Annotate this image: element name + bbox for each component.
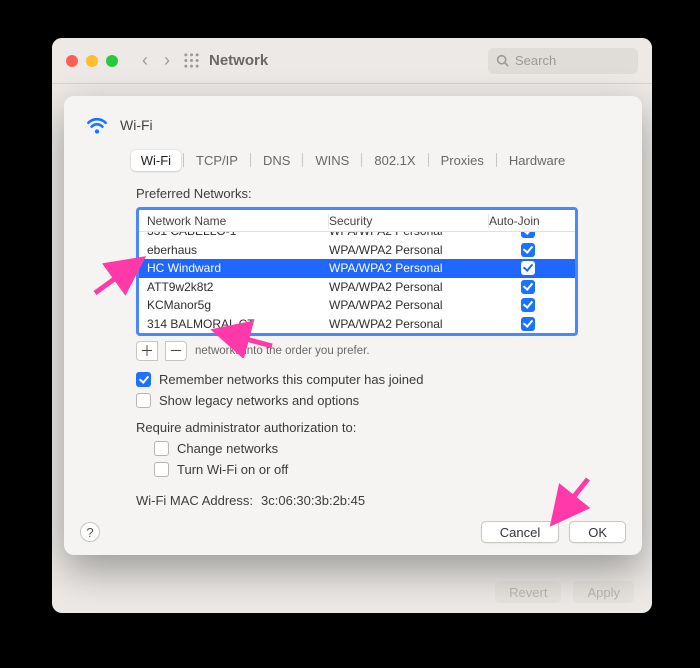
mac-value: 3c:06:30:3b:2b:45: [261, 493, 365, 508]
cell-security: WPA/WPA2 Personal: [329, 298, 489, 312]
tab-bar: Wi-Fi TCP/IP DNS WINS 802.1X Proxies Har…: [80, 148, 626, 172]
table-row[interactable]: ATT9w2k8t2WPA/WPA2 Personal: [139, 278, 575, 297]
cell-network-name: KCManor5g: [147, 298, 329, 312]
help-button[interactable]: ?: [80, 522, 100, 542]
cell-security: WPA/WPA2 Personal: [329, 261, 489, 275]
col-autojoin[interactable]: Auto-Join: [489, 214, 567, 228]
search-icon: [496, 54, 509, 67]
table-row[interactable]: 314 BALMORAL CTWPA/WPA2 Personal: [139, 315, 575, 334]
legacy-label: Show legacy networks and options: [159, 393, 359, 408]
cell-security: WPA/WPA2 Personal: [329, 280, 489, 294]
autojoin-checkbox[interactable]: [521, 261, 535, 275]
table-row[interactable]: KCManor5gWPA/WPA2 Personal: [139, 296, 575, 315]
minimize-icon[interactable]: [86, 55, 98, 67]
change-networks-label: Change networks: [177, 441, 278, 456]
show-all-icon[interactable]: [184, 53, 199, 68]
titlebar: ‹ › Network Search: [52, 38, 652, 84]
tab-proxies[interactable]: Proxies: [431, 150, 494, 171]
preferred-networks-table[interactable]: Network Name Security Auto-Join 331 CABE…: [136, 207, 578, 336]
apply-button[interactable]: Apply: [573, 581, 634, 603]
cell-network-name: eberhaus: [147, 243, 329, 257]
wifi-advanced-sheet: Wi-Fi Wi-Fi TCP/IP DNS WINS 802.1X Proxi…: [64, 96, 642, 555]
mac-label: Wi-Fi MAC Address:: [136, 493, 253, 508]
table-row[interactable]: eberhausWPA/WPA2 Personal: [139, 241, 575, 260]
cell-security: WPA/WPA2 Personal: [329, 317, 489, 331]
autojoin-checkbox[interactable]: [521, 232, 535, 238]
window-controls[interactable]: [66, 55, 118, 67]
autojoin-checkbox[interactable]: [521, 317, 535, 331]
cell-security: WPA/WPA2 Personal: [329, 232, 489, 238]
legacy-checkbox[interactable]: [136, 393, 151, 408]
wifi-icon: [84, 112, 110, 138]
remove-network-button[interactable]: －: [165, 341, 187, 361]
table-row[interactable]: 331 CABELLO-1WPA/WPA2 Personal: [139, 232, 575, 241]
tab-wins[interactable]: WINS: [305, 150, 359, 171]
cell-network-name: 314 BALMORAL CT: [147, 317, 329, 331]
forward-button[interactable]: ›: [156, 50, 178, 71]
remember-label: Remember networks this computer has join…: [159, 372, 423, 387]
autojoin-checkbox[interactable]: [521, 298, 535, 312]
preferred-networks-label: Preferred Networks:: [136, 186, 578, 201]
sheet-title: Wi-Fi: [120, 117, 153, 133]
revert-button[interactable]: Revert: [495, 581, 561, 603]
tab-wifi[interactable]: Wi-Fi: [131, 150, 181, 171]
remember-checkbox[interactable]: [136, 372, 151, 387]
cell-network-name: ATT9w2k8t2: [147, 280, 329, 294]
toggle-wifi-label: Turn Wi-Fi on or off: [177, 462, 288, 477]
zoom-icon[interactable]: [106, 55, 118, 67]
col-security[interactable]: Security: [329, 214, 489, 228]
toggle-wifi-checkbox[interactable]: [154, 462, 169, 477]
drag-hint: networks into the order you prefer.: [195, 345, 370, 357]
tab-hardware[interactable]: Hardware: [499, 150, 575, 171]
cell-network-name: 331 CABELLO-1: [147, 232, 329, 238]
autojoin-checkbox[interactable]: [521, 243, 535, 257]
ok-button[interactable]: OK: [569, 521, 626, 543]
search-placeholder: Search: [515, 53, 556, 68]
cell-network-name: HC Windward: [147, 261, 329, 275]
col-network-name[interactable]: Network Name: [147, 214, 329, 228]
table-row[interactable]: HC WindwardWPA/WPA2 Personal: [139, 259, 575, 278]
prefs-footer: Revert Apply: [495, 581, 634, 603]
tab-dns[interactable]: DNS: [253, 150, 300, 171]
change-networks-checkbox[interactable]: [154, 441, 169, 456]
add-network-button[interactable]: ＋: [136, 341, 158, 361]
cell-security: WPA/WPA2 Personal: [329, 243, 489, 257]
table-header: Network Name Security Auto-Join: [139, 210, 575, 232]
tab-8021x[interactable]: 802.1X: [364, 150, 425, 171]
autojoin-checkbox[interactable]: [521, 280, 535, 294]
search-field[interactable]: Search: [488, 48, 638, 74]
tab-tcpip[interactable]: TCP/IP: [186, 150, 248, 171]
window-title: Network: [209, 52, 268, 69]
back-button[interactable]: ‹: [134, 50, 156, 71]
close-icon[interactable]: [66, 55, 78, 67]
cancel-button[interactable]: Cancel: [481, 521, 559, 543]
require-label: Require administrator authorization to:: [136, 420, 578, 435]
